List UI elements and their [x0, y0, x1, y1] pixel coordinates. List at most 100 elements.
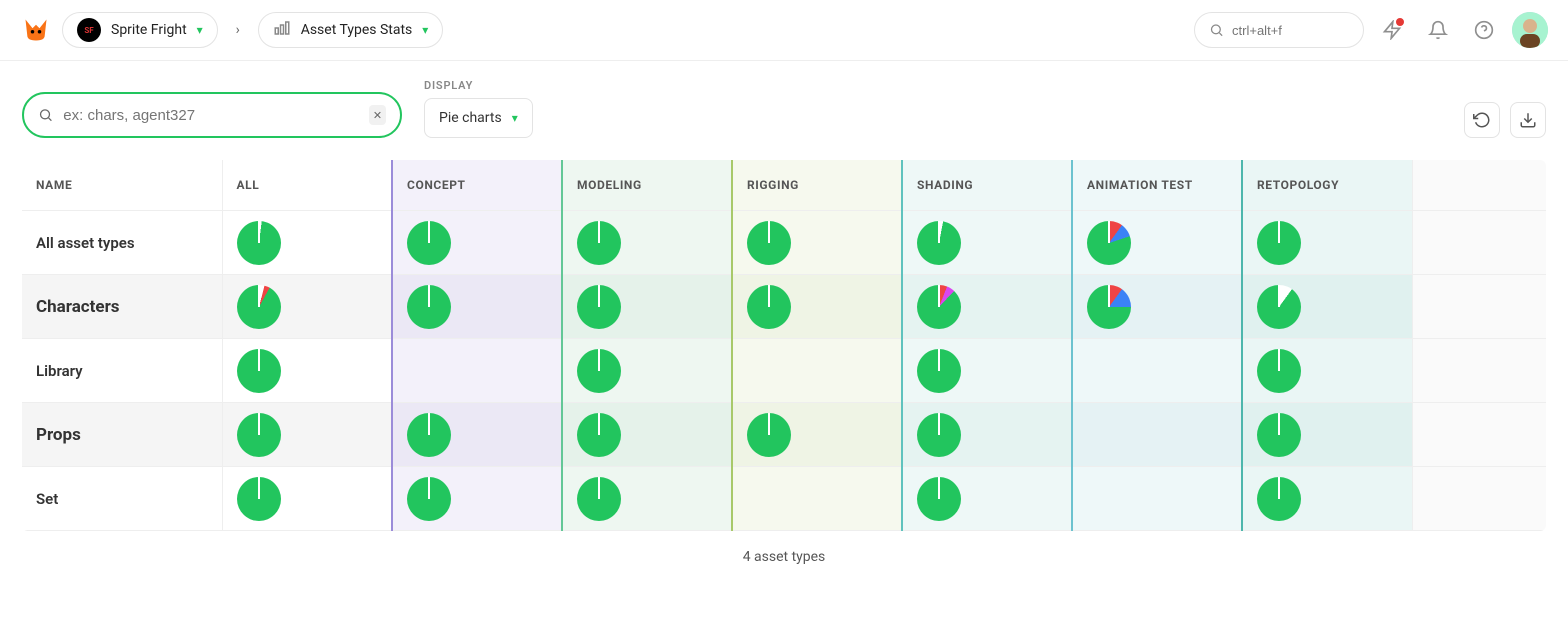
column-header[interactable]: RIGGING — [732, 160, 902, 211]
pie-chart — [1257, 349, 1301, 393]
breadcrumb-next-icon[interactable]: › — [228, 20, 248, 40]
pie-chart — [237, 221, 281, 265]
stat-cell[interactable] — [1072, 403, 1242, 467]
stat-cell[interactable] — [732, 467, 902, 531]
pie-chart — [917, 413, 961, 457]
column-header[interactable]: SHADING — [902, 160, 1072, 211]
user-avatar[interactable] — [1512, 12, 1548, 48]
stat-cell[interactable] — [902, 403, 1072, 467]
stat-cell[interactable] — [562, 211, 732, 275]
cell-spacer — [1412, 275, 1546, 339]
pie-chart — [407, 413, 451, 457]
page-picker[interactable]: Asset Types Stats ▾ — [258, 12, 444, 48]
pie-chart — [1257, 477, 1301, 521]
stat-cell[interactable] — [392, 211, 562, 275]
chevron-down-icon: ▾ — [512, 111, 518, 125]
cell-spacer — [1412, 403, 1546, 467]
pie-chart — [407, 285, 451, 329]
stat-cell[interactable] — [1072, 275, 1242, 339]
stat-cell[interactable] — [222, 211, 392, 275]
row-name[interactable]: Library — [22, 339, 222, 403]
pie-chart — [1257, 413, 1301, 457]
row-name[interactable]: Set — [22, 467, 222, 531]
pie-chart — [237, 477, 281, 521]
stat-cell[interactable] — [392, 467, 562, 531]
pie-chart — [407, 221, 451, 265]
display-value: Pie charts — [439, 110, 502, 126]
filter-search[interactable]: ✕ — [22, 92, 402, 138]
stat-cell[interactable] — [1072, 467, 1242, 531]
global-search[interactable] — [1194, 12, 1364, 48]
stat-cell[interactable] — [392, 275, 562, 339]
clear-filter-button[interactable]: ✕ — [369, 105, 386, 125]
stat-cell[interactable] — [732, 275, 902, 339]
pie-chart — [407, 477, 451, 521]
stat-cell[interactable] — [392, 403, 562, 467]
notification-dot-icon — [1396, 18, 1404, 26]
column-header[interactable]: MODELING — [562, 160, 732, 211]
stat-cell[interactable] — [562, 403, 732, 467]
column-header[interactable]: ALL — [222, 160, 392, 211]
cell-spacer — [1412, 467, 1546, 531]
stat-cell[interactable] — [1242, 339, 1412, 403]
stat-cell[interactable] — [1242, 211, 1412, 275]
pie-chart — [1257, 285, 1301, 329]
pie-chart — [577, 285, 621, 329]
global-search-input[interactable] — [1232, 23, 1349, 38]
row-name[interactable]: Characters — [22, 275, 222, 339]
notifications-button[interactable] — [1420, 12, 1456, 48]
column-header[interactable]: ANIMATION TEST — [1072, 160, 1242, 211]
project-icon: SF — [77, 18, 101, 42]
stat-cell[interactable] — [902, 275, 1072, 339]
stat-cell[interactable] — [1072, 339, 1242, 403]
download-button[interactable] — [1510, 102, 1546, 138]
pie-chart — [1087, 285, 1131, 329]
stats-icon — [273, 19, 291, 41]
stat-cell[interactable] — [562, 467, 732, 531]
column-header[interactable]: RETOPOLOGY — [1242, 160, 1412, 211]
stat-cell[interactable] — [732, 211, 902, 275]
pie-chart — [577, 477, 621, 521]
display-mode-dropdown[interactable]: Pie charts ▾ — [424, 98, 533, 138]
stat-cell[interactable] — [1242, 403, 1412, 467]
stat-cell[interactable] — [1242, 467, 1412, 531]
stat-cell[interactable] — [222, 339, 392, 403]
cell-spacer — [1412, 339, 1546, 403]
row-name[interactable]: All asset types — [22, 211, 222, 275]
stat-cell[interactable] — [222, 403, 392, 467]
pie-chart — [747, 413, 791, 457]
pie-chart — [577, 413, 621, 457]
display-label: DISPLAY — [424, 79, 533, 92]
pie-chart — [577, 349, 621, 393]
news-button[interactable] — [1374, 12, 1410, 48]
pie-chart — [917, 477, 961, 521]
stat-cell[interactable] — [562, 275, 732, 339]
stat-cell[interactable] — [902, 339, 1072, 403]
chevron-down-icon: ▾ — [422, 23, 428, 37]
row-name[interactable]: Props — [22, 403, 222, 467]
help-button[interactable] — [1466, 12, 1502, 48]
stat-cell[interactable] — [732, 339, 902, 403]
project-name: Sprite Fright — [111, 22, 187, 38]
column-header[interactable]: CONCEPT — [392, 160, 562, 211]
stat-cell[interactable] — [222, 275, 392, 339]
project-picker[interactable]: SF Sprite Fright ▾ — [62, 12, 218, 48]
stat-cell[interactable] — [732, 403, 902, 467]
top-bar: SF Sprite Fright ▾ › Asset Types Stats ▾ — [0, 0, 1568, 61]
app-logo[interactable] — [20, 14, 52, 46]
stat-cell[interactable] — [902, 467, 1072, 531]
pie-chart — [917, 285, 961, 329]
filter-input[interactable] — [63, 107, 359, 124]
stat-cell[interactable] — [1242, 275, 1412, 339]
stat-cell[interactable] — [1072, 211, 1242, 275]
stat-cell[interactable] — [392, 339, 562, 403]
search-icon — [1209, 21, 1224, 39]
chevron-down-icon: ▾ — [197, 23, 203, 37]
pie-chart — [747, 285, 791, 329]
stat-cell[interactable] — [902, 211, 1072, 275]
column-header[interactable]: NAME — [22, 160, 222, 211]
stat-cell[interactable] — [562, 339, 732, 403]
refresh-button[interactable] — [1464, 102, 1500, 138]
stat-cell[interactable] — [222, 467, 392, 531]
pie-chart — [917, 221, 961, 265]
